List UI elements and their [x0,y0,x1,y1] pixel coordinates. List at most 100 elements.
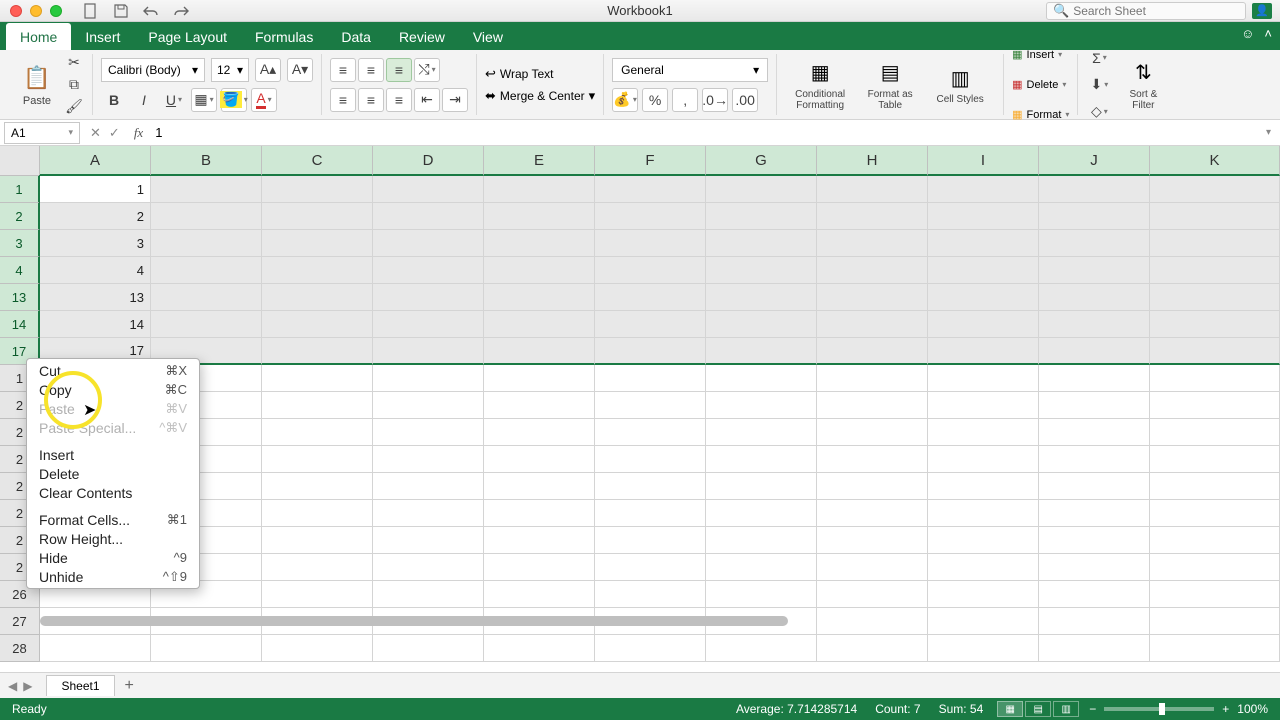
cell[interactable] [262,446,373,473]
cell[interactable] [262,500,373,527]
cell[interactable] [373,554,484,581]
accept-formula-icon[interactable]: ✓ [109,125,120,141]
cell[interactable] [151,311,262,338]
cell[interactable] [817,257,928,284]
cell[interactable] [817,230,928,257]
row-header[interactable]: 1 [0,176,40,203]
align-bottom-icon[interactable]: ≡ [386,58,412,82]
wrap-text-button[interactable]: ↩Wrap Text [485,66,595,82]
cell[interactable] [1039,257,1150,284]
cell[interactable] [1150,284,1280,311]
cell[interactable] [151,176,262,203]
collapse-ribbon-icon[interactable]: ˄ [1264,26,1272,41]
col-header-J[interactable]: J [1039,146,1150,176]
paste-button[interactable]: 📋 Paste [14,63,60,107]
cell[interactable] [1150,635,1280,662]
cell[interactable] [1150,500,1280,527]
menu-item-cut[interactable]: Cut⌘X [27,361,199,380]
cell[interactable] [262,635,373,662]
menu-item-insert[interactable]: Insert [27,445,199,464]
cell[interactable]: 1 [40,176,151,203]
merge-center-button[interactable]: ⬌Merge & Center▾ [485,88,595,104]
cell[interactable] [928,338,1039,365]
cell[interactable] [817,419,928,446]
view-page-layout-icon[interactable]: ▤ [1025,701,1051,717]
view-normal-icon[interactable]: ▦ [997,701,1023,717]
cell[interactable] [928,392,1039,419]
save-icon[interactable] [112,2,130,20]
col-header-E[interactable]: E [484,146,595,176]
cell[interactable] [373,338,484,365]
col-header-K[interactable]: K [1150,146,1280,176]
cell[interactable] [151,257,262,284]
cell[interactable] [928,311,1039,338]
cell[interactable] [373,392,484,419]
cell[interactable]: 13 [40,284,151,311]
increase-decimal-icon[interactable]: .0→ [702,88,728,112]
cell[interactable] [706,365,817,392]
cell[interactable] [595,581,706,608]
cell[interactable] [373,230,484,257]
cell[interactable] [595,284,706,311]
zoom-out-icon[interactable]: − [1089,702,1096,716]
cell[interactable] [373,419,484,446]
cell[interactable] [817,473,928,500]
cell[interactable] [928,257,1039,284]
number-format-select[interactable]: General▾ [612,58,768,82]
cell[interactable] [706,419,817,446]
cell[interactable] [817,338,928,365]
close-icon[interactable] [10,5,22,17]
cell[interactable] [1039,284,1150,311]
cell[interactable] [262,554,373,581]
cell[interactable] [373,473,484,500]
cell[interactable] [1039,527,1150,554]
cell[interactable] [262,419,373,446]
col-header-A[interactable]: A [40,146,151,176]
feedback-icon[interactable]: ☺ [1241,26,1254,41]
menu-item-copy[interactable]: Copy⌘C [27,380,199,399]
cell[interactable] [706,392,817,419]
menu-item-row-height-[interactable]: Row Height... [27,529,199,548]
sort-filter-button[interactable]: ⇅Sort & Filter [1118,59,1168,111]
cell[interactable] [817,527,928,554]
undo-icon[interactable] [142,2,160,20]
cell[interactable] [595,257,706,284]
cell[interactable] [817,365,928,392]
col-header-H[interactable]: H [817,146,928,176]
cell[interactable] [1039,581,1150,608]
cell[interactable] [484,527,595,554]
cell[interactable] [484,392,595,419]
cell[interactable] [262,365,373,392]
view-page-break-icon[interactable]: ▥ [1053,701,1079,717]
horizontal-scrollbar[interactable] [40,616,788,626]
orientation-icon[interactable]: ⤭▾ [414,58,440,82]
cell[interactable] [1150,554,1280,581]
cell[interactable] [595,230,706,257]
cell[interactable] [484,311,595,338]
menu-item-hide[interactable]: Hide^9 [27,548,199,567]
percent-icon[interactable]: % [642,88,668,112]
currency-icon[interactable]: 💰▾ [612,88,638,112]
cell[interactable]: 2 [40,203,151,230]
cell[interactable] [373,635,484,662]
cell[interactable] [595,473,706,500]
cell[interactable] [484,554,595,581]
cell[interactable] [1039,311,1150,338]
tab-insert[interactable]: Insert [71,23,134,50]
cell[interactable] [1150,257,1280,284]
cell[interactable] [262,203,373,230]
font-name-select[interactable]: Calibri (Body)▾ [101,58,205,82]
cell[interactable] [1150,203,1280,230]
comma-icon[interactable]: , [672,88,698,112]
cell[interactable] [595,311,706,338]
cell[interactable] [373,527,484,554]
format-painter-icon[interactable]: 🖌 [64,99,84,115]
cell[interactable] [706,446,817,473]
cell[interactable] [706,527,817,554]
row-header[interactable]: 3 [0,230,40,257]
cell[interactable] [262,527,373,554]
cell[interactable] [1150,176,1280,203]
cell[interactable] [1039,608,1150,635]
cell[interactable] [928,500,1039,527]
cell[interactable] [817,581,928,608]
